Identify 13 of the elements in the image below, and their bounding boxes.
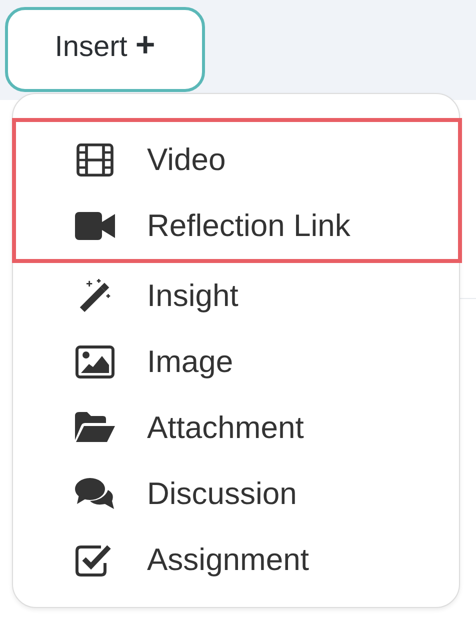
video-camera-icon	[75, 209, 115, 243]
menu-item[interactable]: Reflection Link	[16, 193, 458, 259]
menu-item[interactable]: Attachment	[13, 395, 459, 461]
film-icon	[75, 143, 115, 177]
menu-item[interactable]: Discussion	[13, 461, 459, 527]
chat-bubbles-icon	[75, 477, 115, 511]
insert-button[interactable]: Insert +	[5, 7, 205, 92]
menu-item[interactable]: Insight	[13, 263, 459, 329]
menu-item[interactable]: Video	[16, 127, 458, 193]
menu-item[interactable]: Assignment	[13, 527, 459, 593]
folder-icon	[75, 411, 115, 445]
image-icon	[75, 345, 115, 379]
menu-item[interactable]: Image	[13, 329, 459, 395]
